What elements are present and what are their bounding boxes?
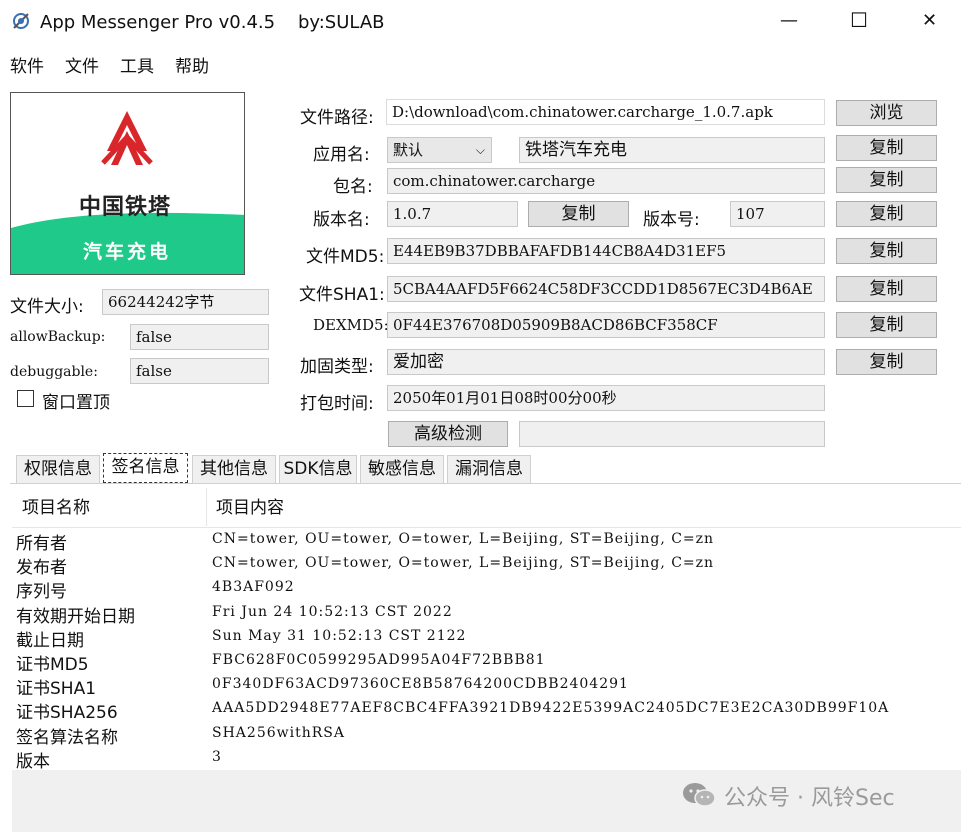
packer-field[interactable]: 爱加密	[387, 349, 825, 375]
table-row-value[interactable]: SHA256withRSA	[212, 725, 345, 741]
file-size-label: 文件大小:	[10, 297, 84, 317]
debuggable-label: debuggable:	[10, 364, 98, 380]
table-row-name: 发布者	[16, 558, 67, 578]
copy-version-code-button[interactable]: 复制	[836, 201, 937, 227]
maximize-button[interactable]: ☐	[850, 8, 868, 32]
copy-app-name-button[interactable]: 复制	[836, 135, 937, 161]
package-field[interactable]: com.chinatower.carcharge	[387, 168, 825, 194]
copy-dexmd5-button[interactable]: 复制	[836, 312, 937, 338]
tab-vulnerability[interactable]: 漏洞信息	[447, 455, 531, 483]
app-name-select-value: 默认	[393, 141, 424, 159]
browse-button[interactable]: 浏览	[836, 100, 937, 126]
table-row-name: 版本	[16, 752, 50, 772]
table-row-value[interactable]: CN=tower, OU=tower, O=tower, L=Beijing, …	[212, 531, 714, 547]
app-name-field[interactable]: 铁塔汽车充电	[519, 137, 825, 163]
tab-panel-border	[10, 483, 961, 484]
pack-time-label: 打包时间:	[300, 394, 374, 414]
file-path-label: 文件路径:	[300, 108, 374, 128]
table-row-name: 证书SHA256	[16, 703, 118, 723]
app-icon	[10, 10, 32, 32]
menu-file[interactable]: 文件	[65, 52, 99, 77]
version-code-label: 版本号:	[643, 210, 700, 230]
table-row-name: 序列号	[16, 582, 67, 602]
app-name-label: 应用名:	[313, 145, 370, 165]
package-label: 包名:	[333, 177, 373, 197]
column-header-content[interactable]: 项目内容	[208, 488, 961, 526]
menu-tools[interactable]: 工具	[120, 52, 154, 77]
sha1-field[interactable]: 5CBA4AAFD5F6624C58DF3CCDD1D8567EC3D4B6AE	[387, 276, 825, 302]
window-title: App Messenger Pro v0.4.5 by:SULAB	[40, 12, 385, 33]
title-bar: App Messenger Pro v0.4.5 by:SULAB — ☐ ✕	[0, 0, 961, 46]
table-row-value[interactable]: 0F340DF63ACD97360CE8B58764200CDBB2404291	[212, 676, 629, 692]
table-row-name: 证书SHA1	[16, 679, 97, 699]
tab-signature[interactable]: 签名信息	[103, 453, 188, 483]
menu-bar: 软件 文件 工具 帮助	[0, 46, 961, 80]
dexmd5-label: DEXMD5:	[313, 316, 389, 334]
column-header-name[interactable]: 项目名称	[12, 488, 207, 526]
wechat-icon	[682, 782, 716, 808]
table-row-value[interactable]: CN=tower, OU=tower, O=tower, L=Beijing, …	[212, 555, 714, 571]
watermark-text: 公众号 · 风铃Sec	[724, 786, 895, 811]
table-row-name: 截止日期	[16, 631, 84, 651]
copy-version-name-button[interactable]: 复制	[528, 201, 629, 227]
file-size-field[interactable]: 66244242字节	[102, 289, 269, 315]
table-row-name: 证书MD5	[16, 655, 89, 675]
app-name-select[interactable]: 默认 ⌵	[387, 137, 492, 163]
table-row-value[interactable]: AAA5DD2948E77AEF8CBC4FFA3921DB9422E5399A…	[212, 700, 889, 716]
minimize-button[interactable]: —	[780, 10, 798, 31]
table-row-value[interactable]: 3	[212, 749, 222, 765]
copy-package-button[interactable]: 复制	[836, 167, 937, 193]
md5-label: 文件MD5:	[306, 247, 385, 267]
table-row-value[interactable]: 4B3AF092	[212, 579, 295, 595]
packer-label: 加固类型:	[300, 357, 374, 377]
copy-sha1-button[interactable]: 复制	[836, 276, 937, 302]
advanced-check-progress	[519, 421, 825, 447]
file-path-field[interactable]: D:\download\com.chinatower.carcharge_1.0…	[386, 99, 825, 125]
tab-sensitive[interactable]: 敏感信息	[360, 455, 444, 483]
menu-software[interactable]: 软件	[10, 52, 44, 77]
signature-table: 项目名称 项目内容 所有者 CN=tower, OU=tower, O=tower…	[12, 488, 961, 772]
allow-backup-field[interactable]: false	[130, 324, 269, 350]
version-name-label: 版本名:	[313, 210, 370, 230]
advanced-check-button[interactable]: 高级检测	[388, 421, 508, 447]
copy-packer-button[interactable]: 复制	[836, 349, 937, 375]
table-row-value[interactable]: Sun May 31 10:52:13 CST 2122	[212, 628, 466, 644]
table-row-name: 所有者	[16, 534, 67, 554]
pack-time-field[interactable]: 2050年01月01日08时00分00秒	[387, 385, 825, 411]
logo-brand-text: 中国铁塔	[79, 195, 172, 220]
tab-permissions[interactable]: 权限信息	[16, 455, 100, 483]
window-top-checkbox[interactable]	[17, 390, 34, 407]
close-button[interactable]: ✕	[922, 10, 937, 31]
dexmd5-field[interactable]: 0F44E376708D05909B8ACD86BCF358CF	[387, 312, 825, 338]
md5-field[interactable]: E44EB9B37DBBAFAFDB144CB8A4D31EF5	[387, 238, 825, 264]
header-divider	[12, 527, 961, 528]
table-row-value[interactable]: Fri Jun 24 10:52:13 CST 2022	[212, 604, 453, 620]
allow-backup-label: allowBackup:	[10, 329, 106, 345]
logo-sub-text: 汽车充电	[83, 241, 172, 263]
app-logo: 中国铁塔 汽车充电	[10, 92, 245, 275]
version-code-field[interactable]: 107	[730, 201, 825, 227]
table-row-value[interactable]: FBC628F0C0599295AD995A04F72BBB81	[212, 652, 546, 668]
debuggable-field[interactable]: false	[130, 358, 269, 384]
sha1-label: 文件SHA1:	[299, 285, 385, 305]
table-row-name: 签名算法名称	[16, 728, 118, 748]
window-top-label: 窗口置顶	[42, 393, 110, 413]
tab-sdk[interactable]: SDK信息	[279, 455, 357, 483]
version-name-field[interactable]: 1.0.7	[387, 201, 518, 227]
table-row-name: 有效期开始日期	[16, 607, 135, 627]
copy-md5-button[interactable]: 复制	[836, 238, 937, 264]
menu-help[interactable]: 帮助	[175, 52, 209, 77]
tab-other[interactable]: 其他信息	[192, 455, 276, 483]
chevron-down-icon: ⌵	[475, 143, 485, 157]
